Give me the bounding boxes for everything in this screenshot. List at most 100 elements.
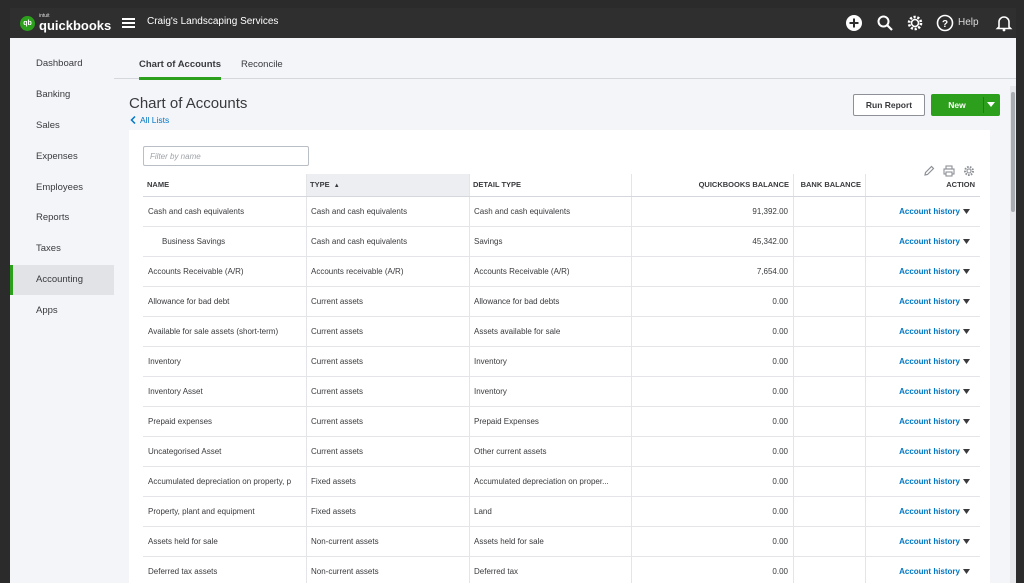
caret-down-icon[interactable] [963, 329, 970, 334]
caret-down-icon[interactable] [963, 509, 970, 514]
account-name[interactable]: Business Savings [143, 227, 306, 256]
sidebar-item-expenses[interactable]: Expenses [10, 142, 114, 172]
sidebar-item-reports[interactable]: Reports [10, 203, 114, 233]
sidebar-item-sales[interactable]: Sales [10, 111, 114, 141]
sidebar-item-employees[interactable]: Employees [10, 173, 114, 203]
table-row[interactable]: Prepaid expenses Current assets Prepaid Ex… [143, 407, 980, 437]
search-icon[interactable] [876, 14, 894, 32]
account-type: Non-current assets [311, 537, 379, 546]
column-header-action: ACTION [946, 180, 975, 189]
column-header-type[interactable]: TYPE ▲ [306, 174, 469, 196]
table-row[interactable]: Business Savings Cash and cash equivalent… [143, 227, 980, 257]
sidebar-item-accounting[interactable]: Accounting [10, 265, 114, 295]
svg-text:?: ? [942, 19, 948, 30]
sidebar-item-dashboard[interactable]: Dashboard [10, 49, 114, 79]
table-row[interactable]: Inventory Asset Current assets Inventory 0.… [143, 377, 980, 407]
account-name[interactable]: Accounts Receivable (A/R) [143, 257, 306, 286]
caret-down-icon[interactable] [963, 539, 970, 544]
table-row[interactable]: Cash and cash equivalents Cash and cash e… [143, 197, 980, 227]
table-row[interactable]: Uncategorised Asset Current assets Other c… [143, 437, 980, 467]
scrollbar-thumb[interactable] [1011, 92, 1015, 212]
vertical-scrollbar[interactable] [1010, 86, 1016, 583]
caret-down-icon[interactable] [963, 389, 970, 394]
table-row[interactable]: Accounts Receivable (A/R) Accounts receiv… [143, 257, 980, 287]
app-window: qb intuit quickbooks Craig's Landscaping… [10, 8, 1016, 583]
plus-icon[interactable] [845, 14, 863, 32]
column-header-name[interactable]: NAME [143, 174, 306, 196]
caret-down-icon[interactable] [963, 449, 970, 454]
detail-type: Inventory [474, 357, 507, 366]
bank-balance [793, 347, 865, 376]
caret-down-icon[interactable] [963, 269, 970, 274]
caret-down-icon[interactable] [963, 419, 970, 424]
quickbooks-logo[interactable]: qb intuit quickbooks [20, 14, 111, 32]
sidebar-item-apps[interactable]: Apps [10, 296, 114, 326]
column-header-type-label: TYPE [310, 180, 330, 189]
qb-logo-icon: qb [20, 15, 35, 31]
hamburger-menu-icon[interactable] [122, 16, 135, 30]
detail-type: Savings [474, 237, 503, 246]
table-row[interactable]: Available for sale assets (short-term) Cu… [143, 317, 980, 347]
caret-down-icon[interactable] [963, 239, 970, 244]
table-header: NAME TYPE ▲ DETAIL TYPE QUICKBOOKS BALAN… [143, 174, 980, 197]
account-name[interactable]: Inventory [143, 347, 306, 376]
account-name[interactable]: Deferred tax assets [143, 557, 306, 583]
quickbooks-balance: 91,392.00 [752, 207, 788, 216]
top-bar: qb intuit quickbooks Craig's Landscaping… [10, 8, 1016, 38]
all-lists-link[interactable]: All Lists [130, 115, 169, 125]
tab-chart-of-accounts[interactable]: Chart of Accounts [139, 59, 221, 80]
account-type: Current assets [311, 447, 364, 456]
account-type: Fixed assets [311, 507, 356, 516]
help-icon[interactable]: ? [936, 14, 954, 32]
bank-balance [793, 377, 865, 406]
run-report-button[interactable]: Run Report [853, 94, 925, 116]
account-type: Current assets [311, 417, 364, 426]
account-name[interactable]: Assets held for sale [143, 527, 306, 556]
sidebar-item-banking[interactable]: Banking [10, 80, 114, 110]
account-name[interactable]: Cash and cash equivalents [143, 197, 306, 226]
account-name[interactable]: Allowance for bad debt [143, 287, 306, 316]
new-button[interactable]: New [931, 94, 1000, 116]
detail-type: Deferred tax [474, 567, 519, 576]
accounts-card: NAME TYPE ▲ DETAIL TYPE QUICKBOOKS BALAN… [129, 130, 990, 583]
account-name[interactable]: Property, plant and equipment [143, 497, 306, 526]
table-row[interactable]: Accumulated depreciation on property, p F… [143, 467, 980, 497]
help-label[interactable]: Help [958, 17, 979, 28]
account-name[interactable]: Accumulated depreciation on property, p [143, 467, 306, 496]
caret-down-icon[interactable] [963, 209, 970, 214]
all-lists-label: All Lists [140, 115, 170, 125]
table-row[interactable]: Assets held for sale Non-current assets As… [143, 527, 980, 557]
account-name[interactable]: Available for sale assets (short-term) [143, 317, 306, 346]
quickbooks-balance: 0.00 [772, 387, 788, 396]
column-header-quickbooks-balance[interactable]: QUICKBOOKS BALANCE [631, 174, 793, 196]
table-body: Cash and cash equivalents Cash and cash e… [143, 197, 980, 583]
account-name[interactable]: Inventory Asset [143, 377, 306, 406]
detail-type: Prepaid Expenses [474, 417, 539, 426]
account-name[interactable]: Uncategorised Asset [143, 437, 306, 466]
table-row[interactable]: Deferred tax assets Non-current assets Def… [143, 557, 980, 583]
table-row[interactable]: Property, plant and equipment Fixed asset… [143, 497, 980, 527]
caret-down-icon[interactable] [963, 359, 970, 364]
detail-type: Allowance for bad debts [474, 297, 560, 306]
table-row[interactable]: Inventory Current assets Inventory 0.00 Acco… [143, 347, 980, 377]
caret-down-icon[interactable] [963, 479, 970, 484]
account-name[interactable]: Prepaid expenses [143, 407, 306, 436]
caret-down-icon[interactable] [987, 102, 995, 107]
table-row[interactable]: Allowance for bad debt Current assets Allo… [143, 287, 980, 317]
bell-icon[interactable] [995, 14, 1013, 32]
quickbooks-balance: 0.00 [772, 537, 788, 546]
caret-down-icon[interactable] [963, 299, 970, 304]
bank-balance [793, 407, 865, 436]
caret-down-icon[interactable] [963, 569, 970, 574]
tab-bar: Chart of Accounts Reconcile [114, 38, 1016, 80]
quickbooks-balance: 0.00 [772, 567, 788, 576]
filter-by-name-input[interactable] [143, 146, 309, 166]
sidebar-item-taxes[interactable]: Taxes [10, 234, 114, 264]
logo-quickbooks-text: quickbooks [39, 18, 112, 33]
column-header-detail-type[interactable]: DETAIL TYPE [469, 174, 631, 196]
column-header-bank-balance[interactable]: BANK BALANCE [793, 174, 865, 196]
bank-balance [793, 437, 865, 466]
account-type: Cash and cash equivalents [311, 207, 408, 216]
gear-icon[interactable] [906, 14, 924, 32]
tab-reconcile[interactable]: Reconcile [241, 59, 283, 77]
